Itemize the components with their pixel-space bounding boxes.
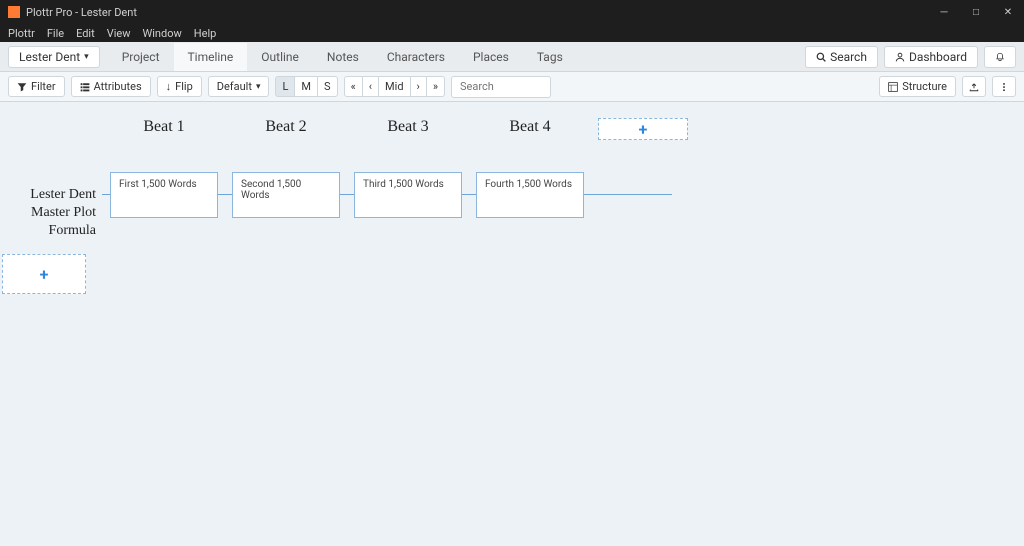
tab-tags[interactable]: Tags <box>523 43 577 71</box>
more-button[interactable] <box>992 76 1016 97</box>
filter-button[interactable]: Filter <box>8 76 65 97</box>
tab-project[interactable]: Project <box>108 43 174 71</box>
scene-card-4[interactable]: Fourth 1,500 Words <box>476 172 584 218</box>
dashboard-label: Dashboard <box>909 50 967 64</box>
window-controls: ─ □ ✕ <box>928 0 1024 24</box>
window-title: Plottr Pro - Lester Dent <box>26 6 137 19</box>
filter-label: Filter <box>31 80 56 93</box>
menu-bar: Plottr File Edit View Window Help <box>0 24 1024 42</box>
plus-icon: + <box>40 265 49 284</box>
bell-icon <box>995 52 1005 62</box>
tab-timeline[interactable]: Timeline <box>174 43 248 71</box>
kebab-icon <box>999 82 1009 92</box>
attributes-button[interactable]: Attributes <box>71 76 151 97</box>
minimize-button[interactable]: ─ <box>928 0 960 24</box>
attributes-label: Attributes <box>94 80 142 93</box>
global-search-button[interactable]: Search <box>805 46 878 68</box>
scene-card-3[interactable]: Third 1,500 Words <box>354 172 462 218</box>
nav-prev[interactable]: ‹ <box>362 76 379 97</box>
menu-edit[interactable]: Edit <box>76 27 95 40</box>
top-nav: Lester Dent Project Timeline Outline Not… <box>0 42 1024 72</box>
timeline-search-input[interactable] <box>451 76 551 98</box>
zoom-small[interactable]: S <box>317 76 338 97</box>
tab-places[interactable]: Places <box>459 43 523 71</box>
nav-mid[interactable]: Mid <box>378 76 410 97</box>
add-beat-button[interactable]: + <box>598 118 688 140</box>
flip-label: Flip <box>175 80 193 93</box>
toolbar: Filter Attributes ↓ Flip Default L M S «… <box>0 72 1024 102</box>
plus-icon: + <box>639 120 648 139</box>
beat-header-4[interactable]: Beat 4 <box>476 118 584 140</box>
menu-view[interactable]: View <box>107 27 131 40</box>
tab-notes[interactable]: Notes <box>313 43 373 71</box>
tab-outline[interactable]: Outline <box>247 43 313 71</box>
title-bar: Plottr Pro - Lester Dent ─ □ ✕ <box>0 0 1024 24</box>
global-search-label: Search <box>830 50 867 64</box>
zoom-medium[interactable]: M <box>294 76 318 97</box>
toolbar-right: Structure <box>879 76 1016 97</box>
timeline-canvas[interactable]: Beat 1 Beat 2 Beat 3 Beat 4 + Lester Den… <box>0 102 1024 546</box>
project-dropdown[interactable]: Lester Dent <box>8 46 100 68</box>
structure-icon <box>888 82 898 92</box>
scene-card-1[interactable]: First 1,500 Words <box>110 172 218 218</box>
zoom-size-group: L M S <box>275 76 337 97</box>
menu-window[interactable]: Window <box>143 27 182 40</box>
notifications-button[interactable] <box>984 46 1016 68</box>
beat-header-1[interactable]: Beat 1 <box>110 118 218 140</box>
search-icon <box>816 52 826 62</box>
nav-first[interactable]: « <box>344 76 363 97</box>
list-icon <box>80 82 90 92</box>
cards-row: First 1,500 Words Second 1,500 Words Thi… <box>110 172 584 218</box>
plotline-label[interactable]: Lester Dent Master Plot Formula <box>0 186 102 241</box>
nav-next[interactable]: › <box>410 76 427 97</box>
menu-file[interactable]: File <box>47 27 64 40</box>
maximize-button[interactable]: □ <box>960 0 992 24</box>
user-icon <box>895 52 905 62</box>
app-logo <box>8 6 20 18</box>
zoom-large[interactable]: L <box>275 76 295 97</box>
project-dropdown-label: Lester Dent <box>19 50 80 64</box>
beat-header-3[interactable]: Beat 3 <box>354 118 462 140</box>
export-button[interactable] <box>962 76 986 97</box>
export-icon <box>969 82 979 92</box>
structure-button[interactable]: Structure <box>879 76 956 97</box>
close-button[interactable]: ✕ <box>992 0 1024 24</box>
beat-header-2[interactable]: Beat 2 <box>232 118 340 140</box>
flip-button[interactable]: ↓ Flip <box>157 76 202 97</box>
filter-icon <box>17 82 27 92</box>
nav-group: « ‹ Mid › » <box>344 76 445 97</box>
add-plotline-button[interactable]: + <box>2 254 86 294</box>
tab-characters[interactable]: Characters <box>373 43 459 71</box>
nav-tabs: Project Timeline Outline Notes Character… <box>108 43 577 71</box>
beat-headers: Beat 1 Beat 2 Beat 3 Beat 4 + <box>110 118 688 140</box>
view-default-dropdown[interactable]: Default <box>208 76 270 97</box>
menu-help[interactable]: Help <box>194 27 217 40</box>
structure-label: Structure <box>902 80 947 93</box>
view-default-label: Default <box>217 80 252 93</box>
menu-plottr[interactable]: Plottr <box>8 27 35 40</box>
nav-right: Search Dashboard <box>805 46 1016 68</box>
dashboard-button[interactable]: Dashboard <box>884 46 978 68</box>
nav-last[interactable]: » <box>426 76 445 97</box>
flip-icon: ↓ <box>166 80 172 93</box>
scene-card-2[interactable]: Second 1,500 Words <box>232 172 340 218</box>
